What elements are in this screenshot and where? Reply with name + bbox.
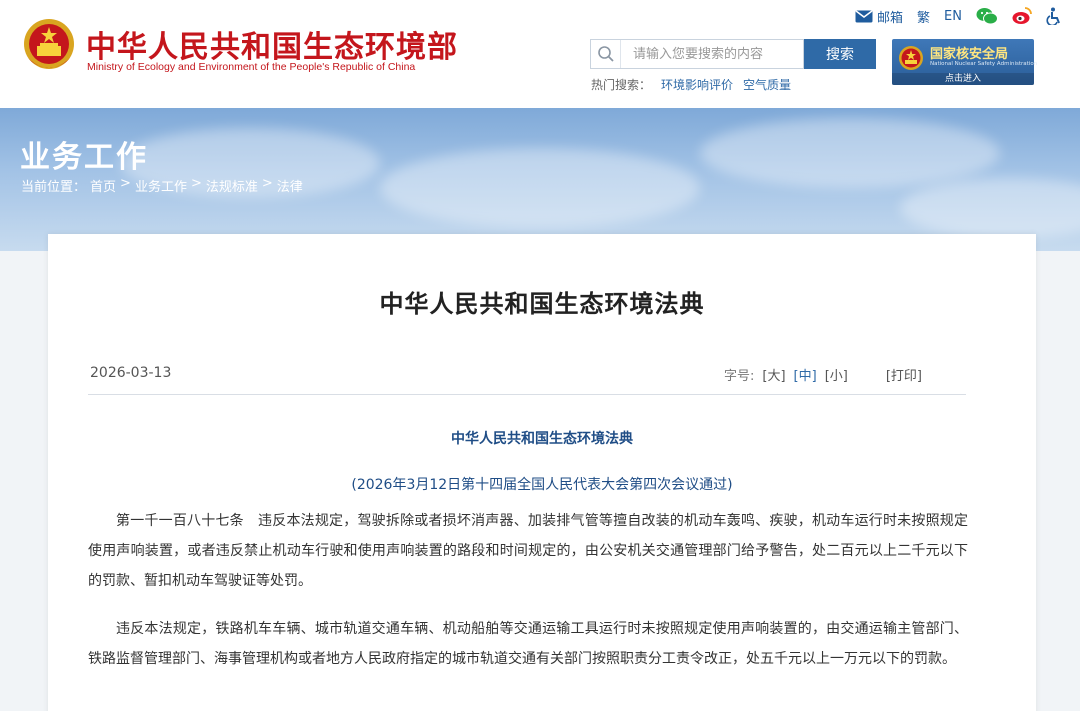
breadcrumb-separator: > [120,176,131,191]
article-tools: 字号: [大] [中] [小] [打印] [724,365,922,384]
search-input[interactable] [621,40,803,68]
mail-label: 邮箱 [877,10,904,26]
weibo-link[interactable] [1012,7,1032,25]
print-button[interactable]: [打印] [886,365,922,384]
nnsa-name: 国家核安全局 [930,47,1009,62]
nnsa-emblem-icon [899,46,923,70]
breadcrumb-item-home[interactable]: 首页 [90,176,116,195]
section-banner: 业务工作 当前位置： 首页 > 业务工作 > 法规标准 > 法律 [0,108,1080,251]
site-header: 中华人民共和国生态环境部 Ministry of Ecology and Env… [0,0,1080,108]
article-paragraph: 第一千一百八十七条 违反本法规定，驾驶拆除或者损坏消声器、加装排气管等擅自改装的… [88,513,968,589]
english-link[interactable]: EN [944,9,962,24]
breadcrumb-item-regulations[interactable]: 法规标准 [206,176,258,195]
article-paragraph: 违反本法规定，铁路机车车辆、城市轨道交通车辆、机动船舶等交通运输工具运行时未按照… [88,621,968,667]
nnsa-english-name: National Nuclear Safety Administration [930,61,1038,67]
article-date: 2026-03-13 [90,365,172,381]
nnsa-banner-button[interactable]: 国家核安全局 National Nuclear Safety Administr… [892,39,1038,85]
breadcrumb-separator: > [190,176,202,191]
banner-cloud [700,118,1000,188]
nnsa-enter-label: 点击进入 [892,73,1034,85]
font-size-medium-button[interactable]: [中] [794,365,817,384]
breadcrumb-item-business[interactable]: 业务工作 [135,176,187,195]
search-button[interactable]: 搜索 [804,39,876,69]
hot-search: 热门搜索： 环境影响评价 空气质量 [591,76,791,93]
font-size-label: 字号: [724,369,755,384]
mail-link[interactable]: 邮箱 [855,7,903,26]
breadcrumb-label: 当前位置： [21,180,87,195]
hot-search-link[interactable]: 空气质量 [743,78,791,92]
search-bar: 搜索 [590,39,876,69]
search-box [590,39,804,69]
banner-cloud [900,178,1080,238]
font-size-large-button[interactable]: [大] [762,365,785,384]
hot-search-label: 热门搜索： [591,78,652,92]
breadcrumb-separator: > [261,176,273,191]
weibo-icon [1012,7,1032,24]
breadcrumb: 当前位置： 首页 > 业务工作 > 法规标准 > 法律 [21,176,303,195]
hot-search-link[interactable]: 环境影响评价 [661,78,733,92]
national-emblem-icon[interactable] [22,16,76,76]
site-subtitle: Ministry of Ecology and Environment of t… [87,61,416,73]
mail-icon [855,9,873,22]
document-heading: 中华人民共和国生态环境法典 [451,431,633,447]
section-title: 业务工作 [20,140,148,175]
accessibility-link[interactable] [1046,7,1062,25]
search-icon [591,40,621,68]
article-card: 中华人民共和国生态环境法典 2026-03-13 字号: [大] [中] [小]… [48,234,1036,711]
article-title: 中华人民共和国生态环境法典 [379,290,705,318]
document-adoption-note: (2026年3月12日第十四届全国人民代表大会第四次会议通过) [351,477,733,493]
breadcrumb-item-laws[interactable]: 法律 [277,176,303,195]
site-title[interactable]: 中华人民共和国生态环境部 [86,22,458,66]
traditional-chinese-link[interactable]: 繁 [917,7,930,26]
wechat-icon [976,8,998,25]
accessibility-icon [1046,7,1060,25]
font-size-small-button[interactable]: [小] [825,365,848,384]
top-utility-bar: 邮箱 繁 EN [855,6,1062,26]
meta-divider [88,394,966,395]
banner-cloud [380,148,700,228]
wechat-link[interactable] [976,7,998,25]
